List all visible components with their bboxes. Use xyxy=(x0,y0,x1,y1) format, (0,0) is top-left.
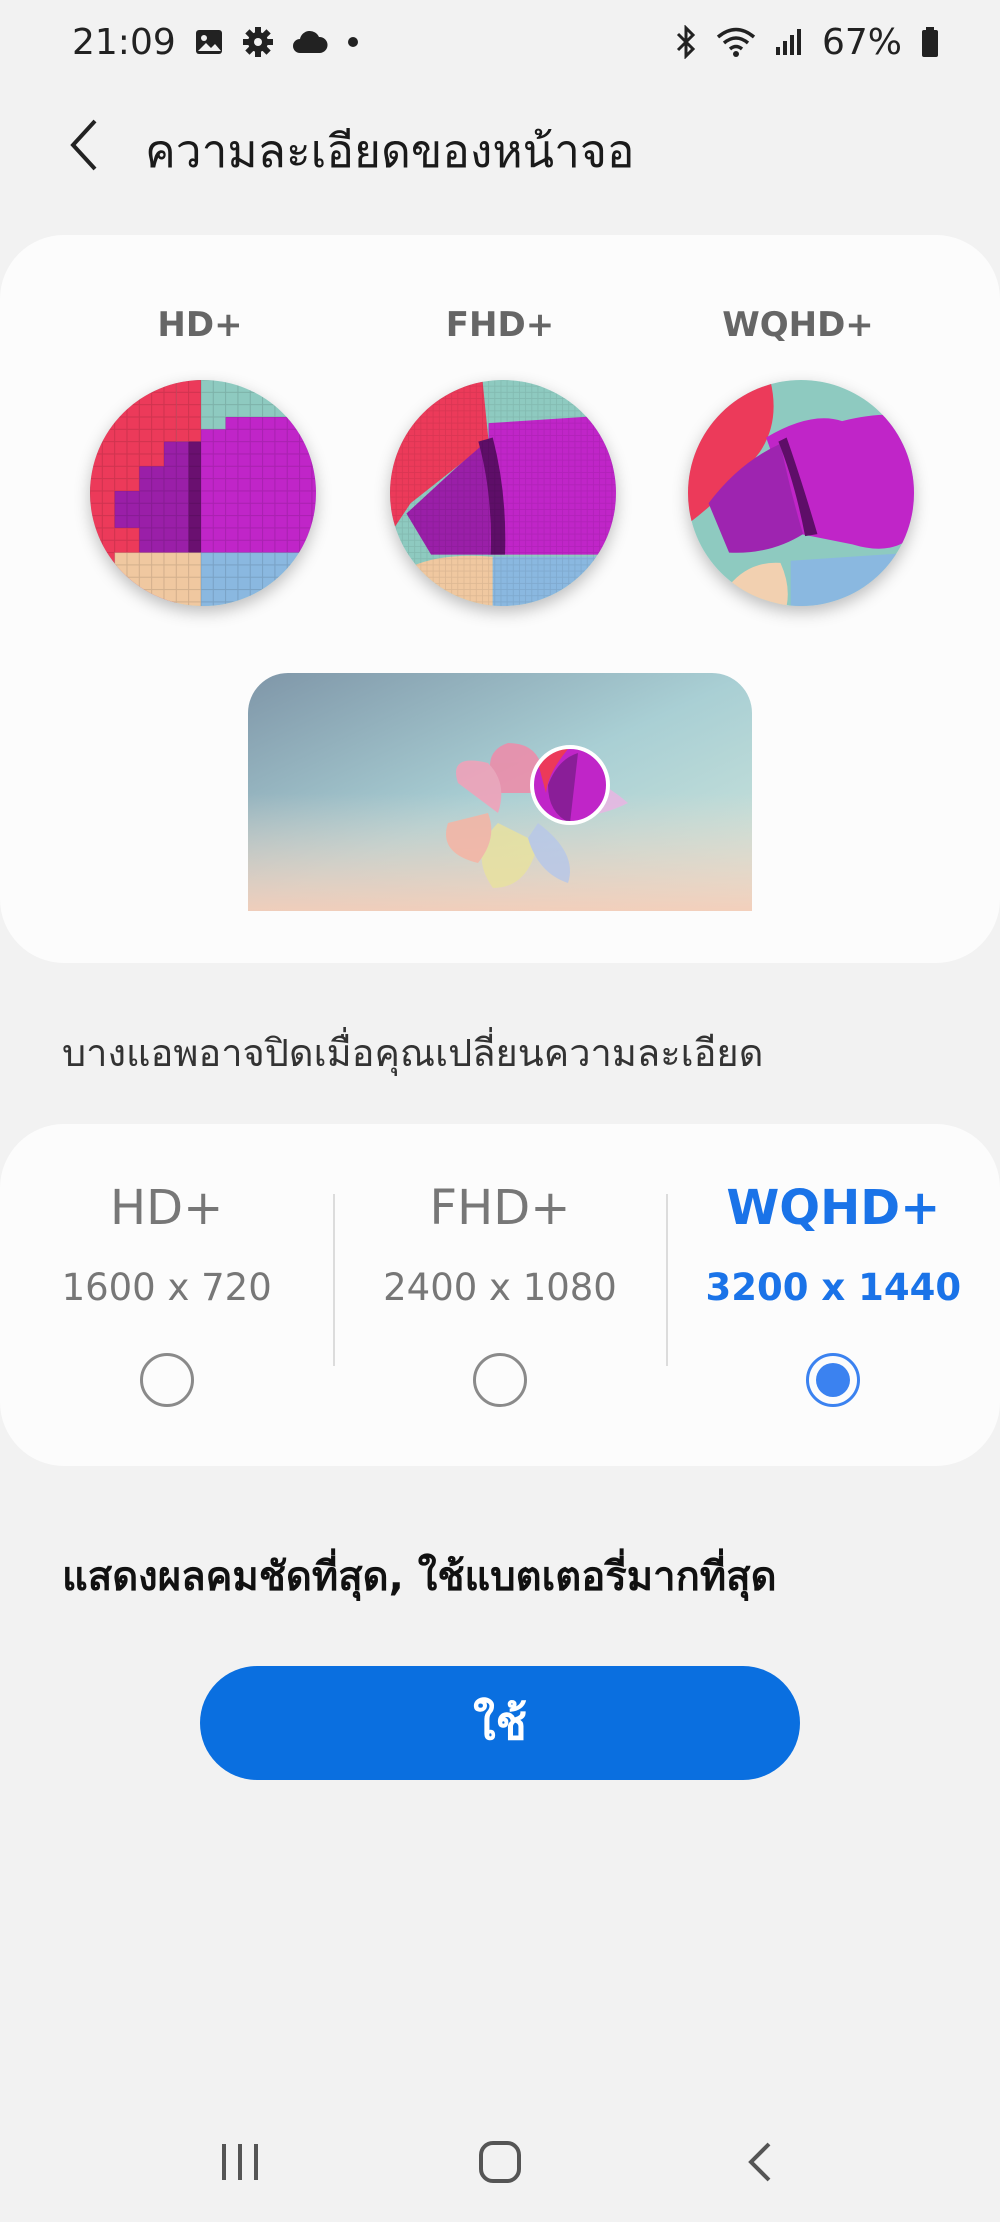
battery-icon xyxy=(920,22,940,62)
preview-card: HD+ FHD+ WQHD+ xyxy=(0,235,1000,963)
gallery-icon xyxy=(194,22,224,62)
page-title: ความละเอียดของหน้าจอ xyxy=(145,124,635,178)
apply-button[interactable]: ใช้ xyxy=(200,1666,800,1780)
option-fhd[interactable]: FHD+ 2400 x 1080 xyxy=(333,1124,666,1466)
radio-hd[interactable] xyxy=(139,1353,194,1407)
status-bar: 21:09 67% xyxy=(0,0,1000,84)
preview-label-hd: HD+ xyxy=(157,305,243,345)
option-hd[interactable]: HD+ 1600 x 720 xyxy=(0,1124,333,1466)
preview-label-fhd: FHD+ xyxy=(445,305,555,345)
radio-selected-dot xyxy=(816,1363,851,1397)
chevron-left-icon xyxy=(70,119,97,171)
navigation-bar xyxy=(0,2112,1000,2212)
home-icon xyxy=(479,2141,521,2183)
recents-icon xyxy=(222,2144,258,2180)
bluetooth-icon xyxy=(674,22,698,62)
preview-label-wqhd: WQHD+ xyxy=(722,305,874,345)
back-icon xyxy=(748,2142,771,2182)
preview-zoom-fhd xyxy=(390,380,616,606)
battery-percent: 67% xyxy=(821,21,902,63)
wallpaper-preview xyxy=(248,673,752,911)
settings-icon xyxy=(242,22,274,62)
option-name: WQHD+ xyxy=(726,1180,941,1236)
app-header: ความละเอียดของหน้าจอ xyxy=(0,95,1000,195)
nav-back-button[interactable] xyxy=(720,2122,800,2202)
resolution-description: แสดงผลคมชัดที่สุด, ใช้แบตเตอรี่มากที่สุด xyxy=(62,1554,777,1600)
radio-wqhd[interactable] xyxy=(806,1353,861,1407)
status-right: 67% xyxy=(674,22,940,63)
status-time: 21:09 xyxy=(72,21,176,63)
status-left: 21:09 xyxy=(72,22,360,63)
wifi-icon xyxy=(716,22,756,62)
resolution-options: HD+ 1600 x 720 FHD+ 2400 x 1080 WQHD+ 32… xyxy=(0,1124,1000,1466)
option-resolution: 2400 x 1080 xyxy=(383,1266,617,1309)
option-resolution: 1600 x 720 xyxy=(61,1266,272,1309)
signal-icon xyxy=(774,22,804,62)
option-name: FHD+ xyxy=(429,1180,571,1236)
back-button[interactable] xyxy=(55,115,115,175)
home-button[interactable] xyxy=(460,2122,540,2202)
radio-fhd[interactable] xyxy=(472,1353,527,1407)
preview-zoom-hd xyxy=(90,380,316,606)
option-name: HD+ xyxy=(110,1180,224,1236)
change-resolution-note: บางแอพอาจปิดเมื่อคุณเปลี่ยนความละเอียด xyxy=(62,1031,764,1075)
recents-button[interactable] xyxy=(200,2122,280,2202)
dot-icon xyxy=(346,22,360,62)
cloud-icon xyxy=(292,22,328,62)
preview-zoom-wqhd xyxy=(688,380,914,606)
option-wqhd[interactable]: WQHD+ 3200 x 1440 xyxy=(667,1124,1000,1466)
option-resolution: 3200 x 1440 xyxy=(705,1266,962,1309)
